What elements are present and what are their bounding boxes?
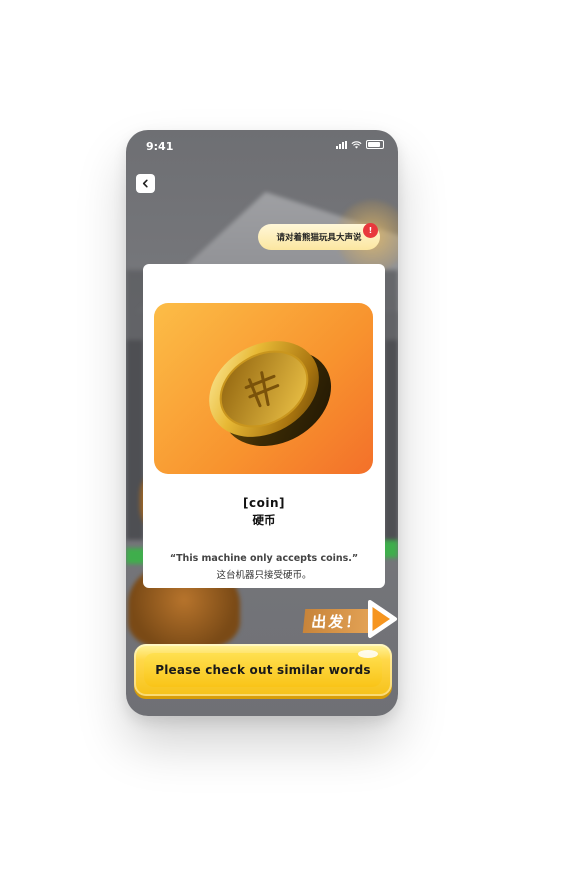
example-sentence-english: “This machine only accepts coins.” [169, 553, 359, 564]
hint-bubble: 请对着熊猫玩具大声说 [258, 224, 380, 250]
button-shine [358, 650, 378, 658]
hint-badge: ! [363, 223, 378, 238]
go-button-label: 出发！ [310, 612, 364, 631]
chevron-left-icon [142, 179, 148, 188]
back-button[interactable] [136, 174, 155, 193]
wall-right [384, 340, 398, 540]
wifi-icon [351, 140, 362, 149]
phone-frame: 9:41 请对着熊猫玩具大声说 ! [coin] 硬币 “This machin… [126, 130, 398, 716]
example-sentence-chinese: 这台机器只接受硬币。 [216, 570, 312, 581]
similar-words-button-face: Please check out similar words [144, 653, 382, 687]
word-chinese: 硬币 [252, 513, 276, 527]
word-card: [coin] 硬币 “This machine only accepts coi… [143, 264, 385, 588]
hint-text: 请对着熊猫玩具大声说 [276, 233, 362, 243]
word-image [154, 303, 373, 474]
go-button[interactable]: 出发！ [302, 609, 372, 633]
word-english: [coin] [243, 496, 285, 510]
status-icons [336, 140, 384, 149]
similar-words-button[interactable]: Please check out similar words [134, 644, 392, 696]
coin-icon [209, 341, 332, 447]
battery-icon [366, 140, 384, 149]
signal-icon [336, 140, 347, 149]
status-time: 9:41 [146, 140, 174, 153]
similar-words-button-label: Please check out similar words [155, 663, 371, 677]
play-arrow-icon[interactable] [366, 599, 398, 639]
